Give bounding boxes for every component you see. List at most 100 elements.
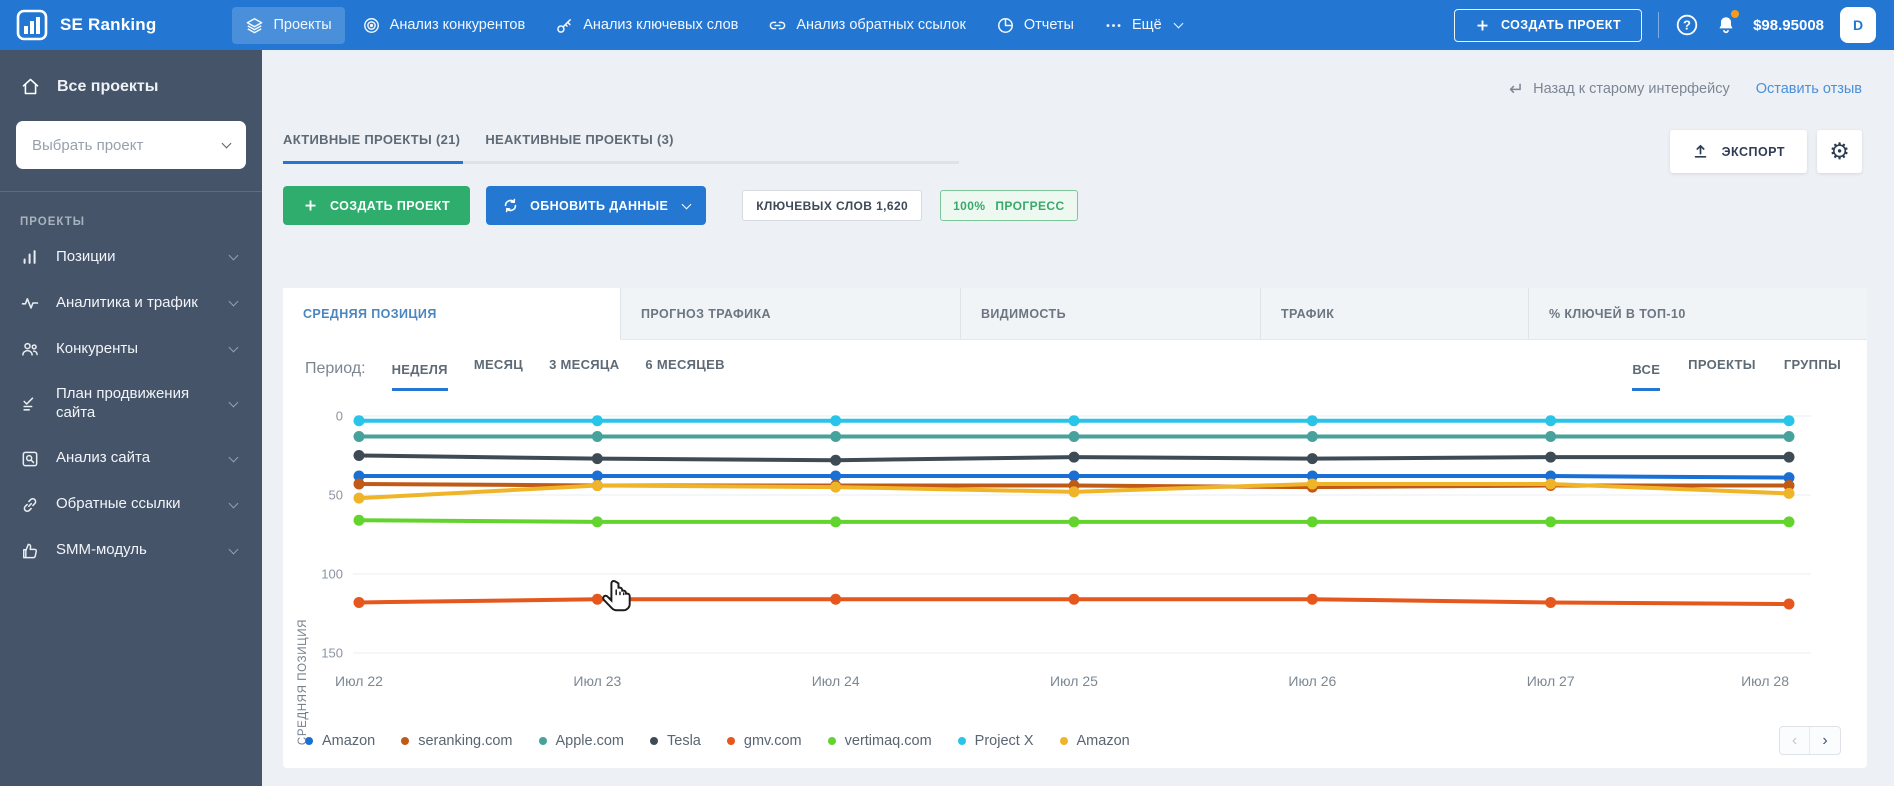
svg-text:Июл 28: Июл 28 [1741,673,1789,689]
header-right: СОЗДАТЬ ПРОЕКТ ? $98.95008 D [1454,7,1876,43]
brand-name: SE Ranking [60,15,156,35]
legend-color-dot [828,737,836,745]
project-tabs: АКТИВНЫЕ ПРОЕКТЫ (21) НЕАКТИВНЫЕ ПРОЕКТЫ… [283,132,959,164]
legend-label: Amazon [1077,733,1130,749]
chevron-down-icon [229,297,239,307]
plus-icon [303,198,318,213]
backlink-icon [20,495,40,515]
sidebar-item-позиции[interactable]: Позиции [0,234,262,280]
legend-color-dot [539,737,547,745]
tab-inactive-projects[interactable]: НЕАКТИВНЫЕ ПРОЕКТЫ (3) [485,132,676,161]
scope-option-группы[interactable]: ГРУППЫ [1784,357,1841,381]
site-audit-icon [20,449,40,469]
help-icon[interactable]: ? [1675,13,1699,37]
legend-pagination: ‹ › [1779,726,1841,755]
legend-item-vertimaq-com[interactable]: vertimaq.com [828,733,932,749]
settings-gear-icon[interactable]: ⚙ [1817,130,1862,173]
legend-next-button[interactable]: › [1810,727,1840,754]
sidebar-item-label: Аналитика и трафик [56,294,214,313]
create-project-button[interactable]: СОЗДАТЬ ПРОЕКТ [283,186,470,225]
account-balance[interactable]: $98.95008 [1753,17,1824,34]
chevron-down-icon [229,544,239,554]
user-avatar[interactable]: D [1840,7,1876,43]
sidebar-item-обратные-ссылки[interactable]: Обратные ссылки [0,482,262,528]
sidebar-item-label: SMM-модуль [56,541,214,560]
export-button[interactable]: ЭКСПОРТ [1670,130,1807,173]
action-row: СОЗДАТЬ ПРОЕКТ ОБНОВИТЬ ДАННЫЕ КЛЮЧЕВЫХ … [283,186,1078,225]
chart-tab--ключей-в-топ-10[interactable]: % КЛЮЧЕЙ В ТОП-10 [1529,288,1867,340]
chevron-down-icon [229,498,239,508]
nav-item-отчеты[interactable]: Отчеты [983,7,1087,44]
progress-label: ПРОГРЕСС [995,199,1064,213]
sidebar-item-аналитика-и-трафик[interactable]: Аналитика и трафик [0,280,262,326]
nav-item-label: Анализ конкурентов [390,17,526,33]
back-to-old-interface-label: Назад к старому интерфейсу [1533,81,1730,97]
legend-item-gmv-com[interactable]: gmv.com [727,733,802,749]
chevron-down-icon [229,397,239,407]
legend-color-dot [401,737,409,745]
chevron-down-icon [229,452,239,462]
link-icon [768,16,787,35]
project-select-dropdown[interactable]: Выбрать проект [16,121,246,169]
legend-item-seranking-com[interactable]: seranking.com [401,733,512,749]
legend-item-amazon[interactable]: Amazon [1060,733,1130,749]
legend-label: Apple.com [556,733,625,749]
svg-text:?: ? [1683,18,1691,33]
chevron-down-icon [229,343,239,353]
export-label: ЭКСПОРТ [1722,145,1785,159]
sidebar-item-smm-модуль[interactable]: SMM-модуль [0,528,262,574]
sidebar-item-анализ-сайта[interactable]: Анализ сайта [0,436,262,482]
nav-item-label: Отчеты [1024,17,1074,33]
header-create-project-button[interactable]: СОЗДАТЬ ПРОЕКТ [1454,9,1642,42]
tab-active-projects[interactable]: АКТИВНЫЕ ПРОЕКТЫ (21) [283,132,463,164]
legend-prev-button[interactable]: ‹ [1780,727,1810,754]
top-links: ↵ Назад к старому интерфейсу Оставить от… [1509,80,1862,98]
legend-item-project-x[interactable]: Project X [958,733,1034,749]
back-to-old-interface-link[interactable]: ↵ Назад к старому интерфейсу [1509,80,1730,98]
scope-option-проекты[interactable]: ПРОЕКТЫ [1688,357,1756,381]
refresh-icon [502,197,519,214]
home-icon [20,76,41,97]
scope-option-все[interactable]: ВСЕ [1632,362,1660,391]
positions-line-chart[interactable]: 050100150Июл 22Июл 23Июл 24Июл 25Июл 26И… [313,398,1853,714]
sidebar-item-конкуренты[interactable]: Конкуренты [0,326,262,372]
nav-item-ещё[interactable]: Ещё [1091,7,1195,44]
chart-tab-видимость[interactable]: ВИДИМОСТЬ [961,288,1261,340]
sidebar-item-план-продвижения-сайта[interactable]: План продвижения сайта [0,372,262,436]
sidebar-menu: Позиции Аналитика и трафик КонкурентыПлан … [0,234,262,574]
legend-item-tesla[interactable]: Tesla [650,733,701,749]
nav-item-проекты[interactable]: Проекты [232,7,344,44]
sidebar-all-projects[interactable]: Все проекты [0,50,262,105]
sidebar-item-label: Анализ сайта [56,449,214,468]
svg-text:Июл 23: Июл 23 [573,673,621,689]
svg-text:0: 0 [336,409,343,424]
period-option-3-месяца[interactable]: 3 МЕСЯЦА [549,357,619,381]
scope-selector: ВСЕПРОЕКТЫГРУППЫ [1632,357,1841,381]
legend-item-amazon[interactable]: Amazon [305,733,375,749]
svg-text:Июл 26: Июл 26 [1288,673,1336,689]
brand-logo[interactable]: SE Ranking [16,9,156,41]
chart-tab-трафик[interactable]: ТРАФИК [1261,288,1529,340]
chart-tab-средняя-позиция[interactable]: СРЕДНЯЯ ПОЗИЦИЯ [283,288,621,340]
period-option-6-месяцев[interactable]: 6 МЕСЯЦЕВ [645,357,724,381]
export-group: ЭКСПОРТ ⚙ [1670,130,1862,173]
chart-legend: Amazon seranking.com Apple.com Tesla gmv.com… [305,733,1130,749]
nav-item-анализ-конкурентов[interactable]: Анализ конкурентов [349,7,539,44]
header-create-project-label: СОЗДАТЬ ПРОЕКТ [1501,18,1621,32]
legend-label: seranking.com [418,733,512,749]
legend-label: Amazon [322,733,375,749]
chart-area[interactable]: СРЕДНЯЯ ПОЗИЦИЯ 050100150Июл 22Июл 23Июл… [283,398,1867,714]
period-option-месяц[interactable]: МЕСЯЦ [474,357,523,381]
project-select-placeholder: Выбрать проект [32,137,143,154]
period-option-неделя[interactable]: НЕДЕЛЯ [392,362,448,391]
legend-label: Tesla [667,733,701,749]
legend-item-apple-com[interactable]: Apple.com [539,733,625,749]
leave-feedback-link[interactable]: Оставить отзыв [1756,81,1862,97]
nav-item-анализ-обратных-ссылок[interactable]: Анализ обратных ссылок [755,7,978,44]
nav-item-анализ-ключевых-слов[interactable]: Анализ ключевых слов [542,7,751,44]
chart-tab-прогноз-трафика[interactable]: ПРОГНОЗ ТРАФИКА [621,288,961,340]
top-navbar: SE Ranking Проекты Анализ конкурентов Анал… [0,0,1894,50]
se-ranking-logo-icon [16,9,48,41]
notifications-bell-icon[interactable] [1715,13,1737,37]
refresh-data-button[interactable]: ОБНОВИТЬ ДАННЫЕ [486,186,706,225]
